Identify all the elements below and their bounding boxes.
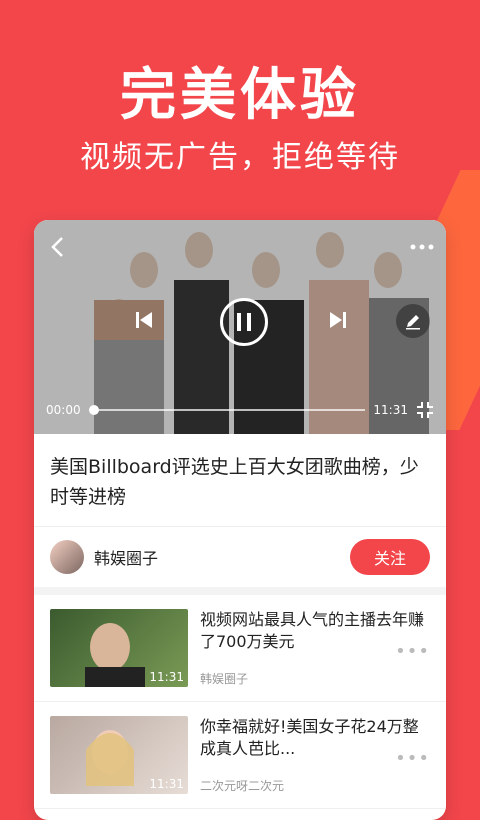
seek-bar[interactable] (88, 405, 366, 415)
seek-handle[interactable] (88, 405, 99, 415)
video-thumbnail[interactable]: 11:31 (50, 716, 188, 794)
promo-headline: 完美体验 (120, 63, 360, 128)
author-row: 韩娱圈子 关注 (34, 526, 446, 587)
video-thumbnail[interactable]: 11:31 (50, 609, 188, 687)
avatar[interactable] (50, 540, 84, 574)
prev-icon[interactable] (132, 308, 156, 332)
duration-time: 11:31 (373, 403, 408, 417)
list-item-source: 二次元呀二次元 (200, 779, 285, 793)
list-item-source: 韩娱圈子 (200, 672, 249, 686)
list-item[interactable]: 11:31 视频网站最具人气的主播去年赚了700万美元 韩娱圈子 ••• (34, 595, 446, 702)
more-icon[interactable]: ••• (395, 641, 430, 662)
more-icon[interactable]: ••• (395, 748, 430, 769)
author-name[interactable]: 韩娱圈子 (94, 545, 158, 569)
video-title: 美国Billboard评选史上百大女团歌曲榜，少时等进榜 (50, 456, 419, 508)
edit-icon[interactable] (396, 304, 430, 338)
more-icon[interactable] (408, 234, 436, 260)
pause-icon[interactable] (220, 298, 268, 346)
follow-button[interactable]: 关注 (349, 539, 430, 575)
thumbnail-duration: 11:31 (149, 670, 184, 684)
video-timebar: 00:00 11:31 (46, 400, 434, 420)
next-icon[interactable] (326, 308, 350, 332)
thumbnail-duration: 11:31 (149, 777, 184, 791)
fullscreen-exit-icon[interactable] (416, 401, 434, 419)
current-time: 00:00 (46, 403, 81, 417)
video-card: 00:00 11:31 美国Billboard评选史上百大女团歌曲榜，少时等进榜… (34, 220, 446, 820)
video-player[interactable]: 00:00 11:31 (34, 220, 446, 434)
back-icon[interactable] (44, 234, 70, 260)
list-item[interactable]: 11:31 你幸福就好!美国女子花24万整成真人芭比... 二次元呀二次元 ••… (34, 702, 446, 809)
promo-subline: 视频无广告，拒绝等待 (80, 140, 400, 175)
section-divider (34, 587, 446, 595)
